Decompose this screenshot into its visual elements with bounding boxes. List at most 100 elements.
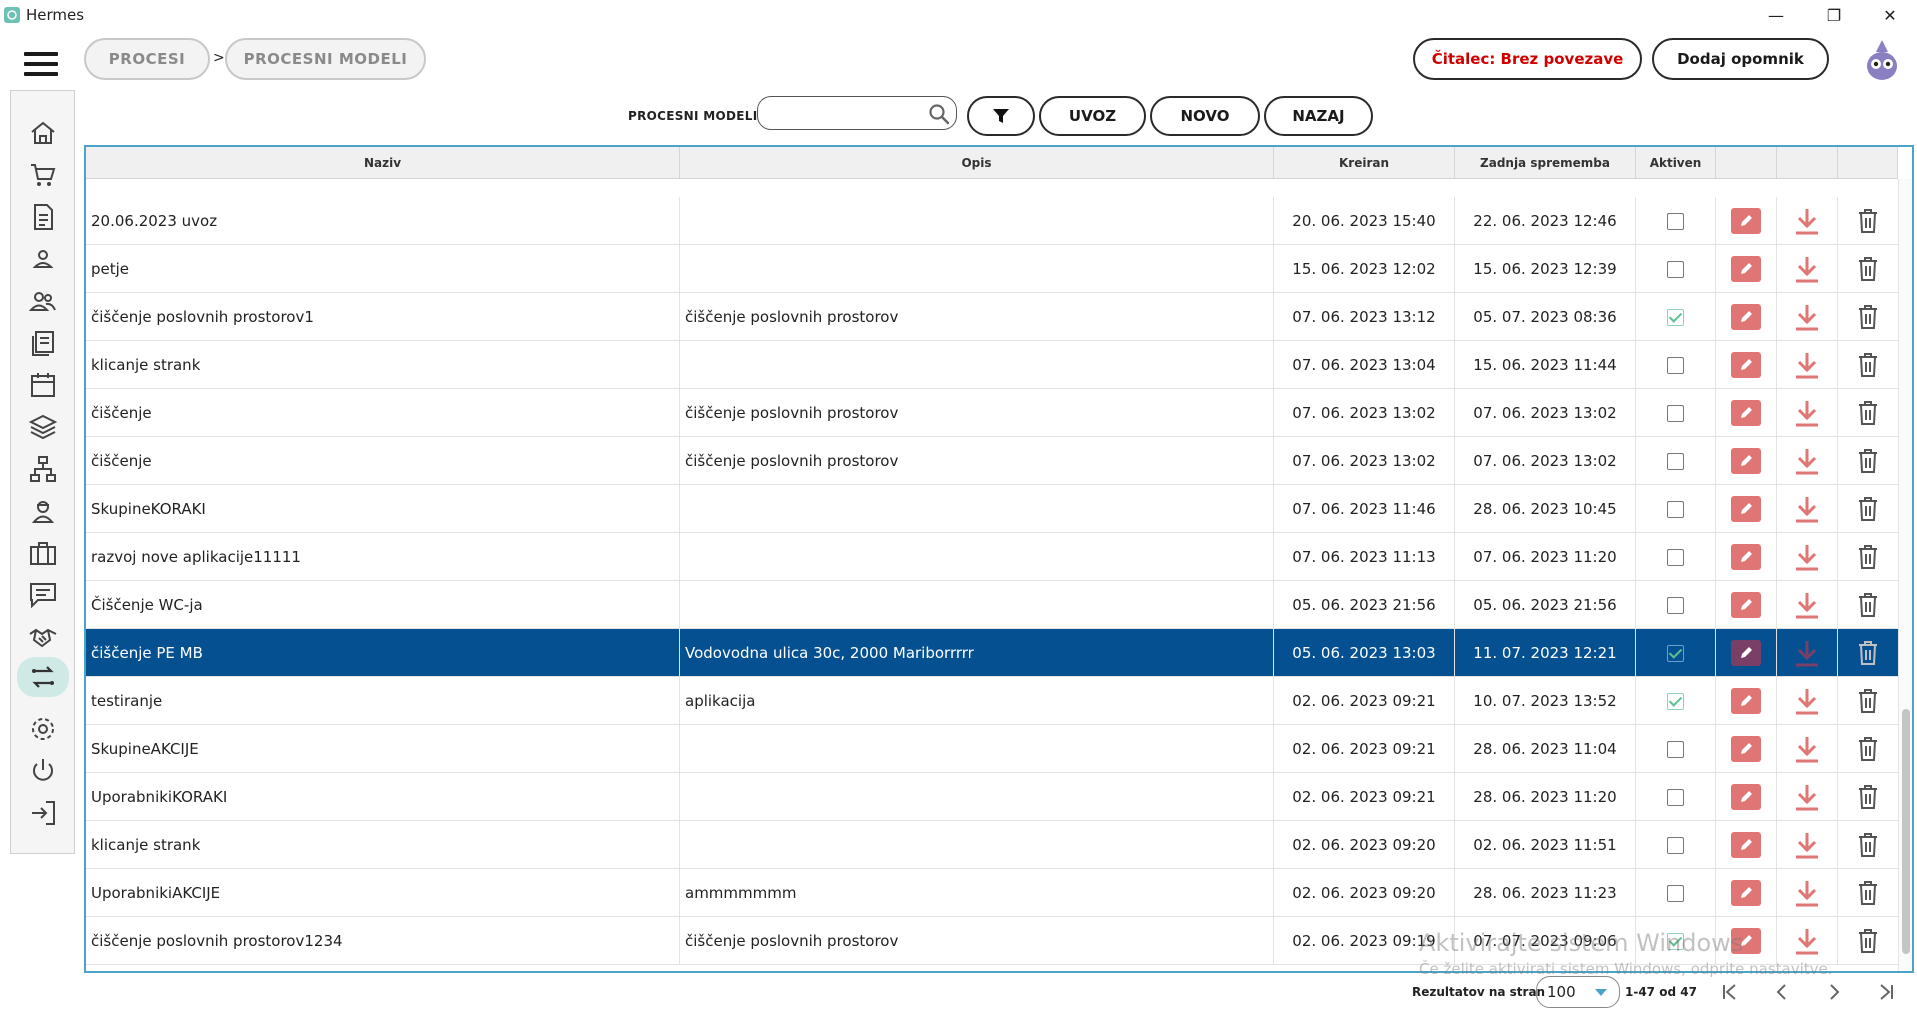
search-icon[interactable] xyxy=(928,103,950,125)
active-checkbox[interactable] xyxy=(1667,788,1684,806)
page-size-select[interactable]: 100 xyxy=(1536,976,1620,1008)
trash-icon[interactable] xyxy=(1856,688,1880,714)
sidebar-item-cart[interactable] xyxy=(22,157,64,193)
avatar-icon[interactable] xyxy=(1862,38,1902,82)
minimize-button[interactable]: — xyxy=(1748,0,1804,30)
trash-icon[interactable] xyxy=(1856,784,1880,810)
download-icon[interactable] xyxy=(1792,206,1822,236)
sidebar-item-user[interactable] xyxy=(22,241,64,277)
next-page-icon[interactable] xyxy=(1820,978,1848,1006)
close-button[interactable]: ✕ xyxy=(1862,0,1917,30)
sidebar-item-chat[interactable] xyxy=(22,577,64,613)
active-checkbox[interactable] xyxy=(1667,644,1684,662)
edit-button[interactable] xyxy=(1731,592,1761,618)
new-button[interactable]: NOVO xyxy=(1150,96,1260,136)
download-icon[interactable] xyxy=(1792,446,1822,476)
table-row[interactable]: klicanje strank 02. 06. 2023 09:20 02. 06.… xyxy=(86,821,1898,869)
sidebar-item-process[interactable] xyxy=(17,657,69,697)
active-checkbox[interactable] xyxy=(1667,260,1684,278)
table-row[interactable]: 20.06.2023 uvoz 20. 06. 2023 15:40 22. 06.… xyxy=(86,197,1898,245)
download-icon[interactable] xyxy=(1792,926,1822,956)
sidebar-item-logout[interactable] xyxy=(22,795,64,831)
trash-icon[interactable] xyxy=(1856,640,1880,666)
download-icon[interactable] xyxy=(1792,590,1822,620)
edit-button[interactable] xyxy=(1731,352,1761,378)
last-page-icon[interactable] xyxy=(1872,978,1900,1006)
edit-button[interactable] xyxy=(1731,448,1761,474)
edit-button[interactable] xyxy=(1731,400,1761,426)
table-row[interactable]: čiščenje PE MB Vodovodna ulica 30c, 2000 … xyxy=(86,629,1898,677)
sidebar-item-list[interactable] xyxy=(22,325,64,361)
search-input[interactable] xyxy=(768,97,928,127)
sidebar-item-home[interactable] xyxy=(22,115,64,151)
download-icon[interactable] xyxy=(1792,782,1822,812)
download-icon[interactable] xyxy=(1792,398,1822,428)
table-row[interactable]: UporabnikiAKCIJE ammmmmmm 02. 06. 2023 09:… xyxy=(86,869,1898,917)
table-row[interactable]: SkupineKORAKI 07. 06. 2023 11:46 28. 06. 2… xyxy=(86,485,1898,533)
sidebar-item-handshake[interactable] xyxy=(22,619,64,655)
trash-icon[interactable] xyxy=(1856,928,1880,954)
trash-icon[interactable] xyxy=(1856,208,1880,234)
scrollbar-thumb[interactable] xyxy=(1902,709,1910,954)
active-checkbox[interactable] xyxy=(1667,548,1684,566)
edit-button[interactable] xyxy=(1731,832,1761,858)
sidebar-item-worker[interactable] xyxy=(22,493,64,529)
sidebar-item-layers[interactable] xyxy=(22,409,64,445)
trash-icon[interactable] xyxy=(1856,400,1880,426)
trash-icon[interactable] xyxy=(1856,832,1880,858)
active-checkbox[interactable] xyxy=(1667,404,1684,422)
sidebar-item-documents[interactable] xyxy=(22,199,64,235)
column-header-description[interactable]: Opis xyxy=(680,147,1274,179)
sidebar-item-users[interactable] xyxy=(22,283,64,319)
table-row[interactable]: petje 15. 06. 2023 12:02 15. 06. 2023 12:3… xyxy=(86,245,1898,293)
column-header-name[interactable]: Naziv xyxy=(86,147,680,179)
search-field[interactable] xyxy=(757,96,957,130)
column-header-active[interactable]: Aktiven xyxy=(1636,147,1716,179)
breadcrumb-procesni-modeli[interactable]: PROCESNI MODELI xyxy=(225,38,426,80)
active-checkbox[interactable] xyxy=(1667,884,1684,902)
download-icon[interactable] xyxy=(1792,686,1822,716)
edit-button[interactable] xyxy=(1731,784,1761,810)
download-icon[interactable] xyxy=(1792,542,1822,572)
trash-icon[interactable] xyxy=(1856,496,1880,522)
prev-page-icon[interactable] xyxy=(1768,978,1796,1006)
reader-status-button[interactable]: Čitalec: Brez povezave xyxy=(1413,38,1642,80)
active-checkbox[interactable] xyxy=(1667,356,1684,374)
sidebar-item-calendar[interactable] xyxy=(22,367,64,403)
active-checkbox[interactable] xyxy=(1667,692,1684,710)
table-row[interactable]: SkupineAKCIJE 02. 06. 2023 09:21 28. 06. 2… xyxy=(86,725,1898,773)
trash-icon[interactable] xyxy=(1856,448,1880,474)
active-checkbox[interactable] xyxy=(1667,836,1684,854)
breadcrumb-procesi[interactable]: PROCESI xyxy=(84,38,210,80)
table-row[interactable]: čiščenje čiščenje poslovnih prostorov 07. … xyxy=(86,437,1898,485)
edit-button[interactable] xyxy=(1731,256,1761,282)
table-row[interactable]: razvoj nove aplikacije11111 07. 06. 2023 … xyxy=(86,533,1898,581)
table-row[interactable]: čiščenje čiščenje poslovnih prostorov 07. … xyxy=(86,389,1898,437)
active-checkbox[interactable] xyxy=(1667,308,1684,326)
table-row[interactable]: klicanje strank 07. 06. 2023 13:04 15. 06.… xyxy=(86,341,1898,389)
edit-button[interactable] xyxy=(1731,304,1761,330)
table-row[interactable]: Čiščenje WC-ja 05. 06. 2023 21:56 05. 06. … xyxy=(86,581,1898,629)
download-icon[interactable] xyxy=(1792,494,1822,524)
edit-button[interactable] xyxy=(1731,736,1761,762)
trash-icon[interactable] xyxy=(1856,592,1880,618)
trash-icon[interactable] xyxy=(1856,544,1880,570)
sidebar-item-network[interactable] xyxy=(22,451,64,487)
sidebar-item-briefcase[interactable] xyxy=(22,535,64,571)
trash-icon[interactable] xyxy=(1856,304,1880,330)
edit-button[interactable] xyxy=(1731,208,1761,234)
edit-button[interactable] xyxy=(1731,496,1761,522)
import-button[interactable]: UVOZ xyxy=(1039,96,1146,136)
download-icon[interactable] xyxy=(1792,302,1822,332)
edit-button[interactable] xyxy=(1731,688,1761,714)
add-reminder-button[interactable]: Dodaj opomnik xyxy=(1652,38,1829,80)
table-scrollbar[interactable] xyxy=(1898,179,1912,971)
active-checkbox[interactable] xyxy=(1667,740,1684,758)
active-checkbox[interactable] xyxy=(1667,212,1684,230)
sidebar-item-power[interactable] xyxy=(22,753,64,789)
column-header-modified[interactable]: Zadnja sprememba xyxy=(1455,147,1636,179)
download-icon[interactable] xyxy=(1792,878,1822,908)
back-button[interactable]: NAZAJ xyxy=(1264,96,1373,136)
active-checkbox[interactable] xyxy=(1667,500,1684,518)
column-header-created[interactable]: Kreiran xyxy=(1274,147,1455,179)
